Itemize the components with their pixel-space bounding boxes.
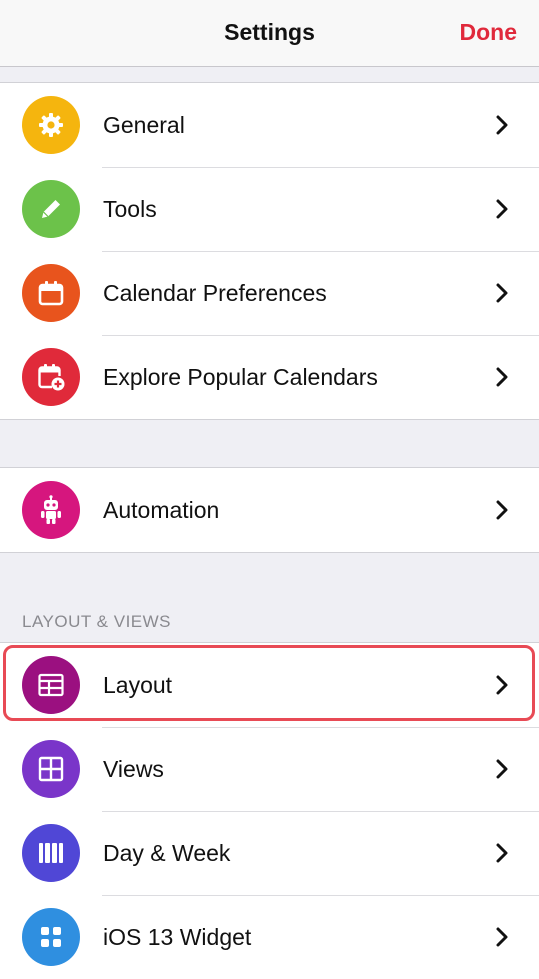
columns-icon (22, 824, 80, 882)
chevron-right-icon (496, 283, 508, 303)
settings-row-label: General (103, 112, 185, 138)
chevron-right-icon (496, 759, 508, 779)
page-title: Settings (224, 19, 315, 45)
settings-row-general[interactable]: General (0, 83, 539, 167)
settings-row-ios-widget[interactable]: iOS 13 Widget (0, 895, 539, 979)
chevron-right-icon (496, 500, 508, 520)
settings-row-automation[interactable]: Automation (0, 468, 539, 552)
calendar-add-icon (22, 348, 80, 406)
chevron-right-icon (496, 843, 508, 863)
settings-row-tools[interactable]: Tools (0, 167, 539, 251)
settings-group-automation: Automation (0, 467, 539, 553)
settings-row-calendar-preferences[interactable]: Calendar Preferences (0, 251, 539, 335)
chevron-right-icon (496, 927, 508, 947)
settings-row-label: Calendar Preferences (103, 280, 327, 306)
robot-icon (22, 481, 80, 539)
table-layout-icon (22, 656, 80, 714)
settings-row-label: iOS 13 Widget (103, 924, 252, 950)
chevron-right-icon (496, 199, 508, 219)
settings-row-label: Automation (103, 497, 220, 523)
settings-row-label: Views (103, 756, 164, 782)
settings-row-explore-popular-calendars[interactable]: Explore Popular Calendars (0, 335, 539, 419)
settings-row-layout[interactable]: Layout (0, 643, 539, 727)
settings-row-label: Day & Week (103, 840, 231, 866)
chevron-right-icon (496, 367, 508, 387)
settings-group-main: General Tools Calendar Preferences Explo… (0, 82, 539, 420)
chevron-right-icon (496, 675, 508, 695)
grid-view-icon (22, 740, 80, 798)
settings-row-views[interactable]: Views (0, 727, 539, 811)
navigation-bar: Settings Done (0, 0, 539, 67)
widget-icon (22, 908, 80, 966)
chevron-right-icon (496, 115, 508, 135)
pencil-icon (22, 180, 80, 238)
settings-row-label: Layout (103, 672, 173, 698)
calendar-icon (22, 264, 80, 322)
section-header-layout-views: LAYOUT & VIEWS (22, 612, 172, 631)
settings-row-day-week[interactable]: Day & Week (0, 811, 539, 895)
settings-row-label: Tools (103, 196, 157, 222)
gear-icon (22, 96, 80, 154)
settings-group-layout-views: Layout Views Day & Week iOS 13 Widget (0, 642, 539, 979)
done-button[interactable]: Done (460, 19, 518, 46)
settings-row-label: Explore Popular Calendars (103, 364, 378, 390)
